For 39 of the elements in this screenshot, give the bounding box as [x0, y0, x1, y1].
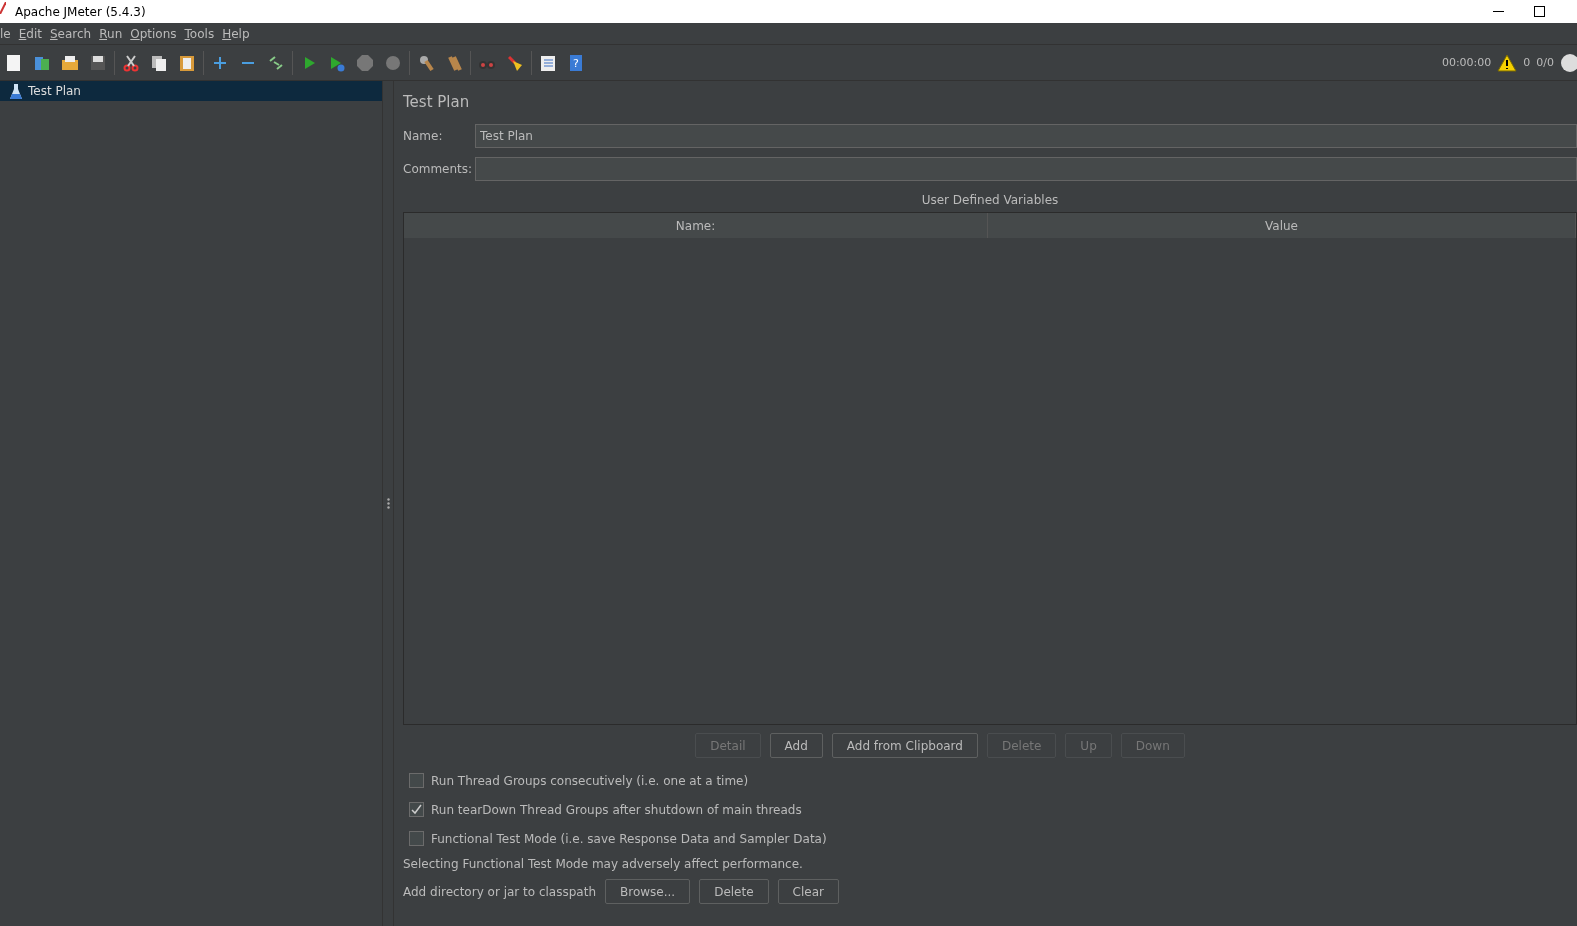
checkbox-label: Functional Test Mode (i.e. save Response Data and Sampler Data) — [431, 831, 827, 846]
checkbox-label: Run tearDown Thread Groups after shutdown of main threads — [431, 802, 802, 817]
warning-note: Selecting Functional Test Mode may adversely affect performance. — [403, 856, 804, 873]
panel-title: Test Plan — [403, 93, 471, 111]
maximize-icon[interactable] — [1534, 6, 1545, 17]
minimize-icon[interactable] — [1493, 10, 1504, 13]
checkbox[interactable] — [409, 773, 424, 788]
section-title: User Defined Variables — [920, 192, 1060, 209]
checkbox[interactable] — [409, 831, 424, 846]
grip-icon[interactable] — [386, 498, 390, 509]
checkbox[interactable] — [409, 802, 424, 817]
table-button[interactable]: Add — [769, 733, 823, 758]
remote-status-icon — [1560, 52, 1577, 73]
classpath-button[interactable]: Browse... — [605, 879, 691, 904]
checkbox-label: Run Thread Groups consecutively (i.e. one at a time) — [431, 773, 749, 788]
menu-item[interactable]: Run — [95, 26, 127, 41]
classpath-label: Add directory or jar to classpath — [403, 884, 596, 899]
menu-item[interactable]: Help — [218, 26, 254, 41]
error-count: 0 — [1523, 56, 1531, 69]
tree-item-label: Test Plan — [28, 84, 81, 98]
feather-icon — [0, 2, 6, 14]
menu-item[interactable]: Search — [46, 26, 96, 41]
tree-item[interactable]: Test Plan — [0, 81, 382, 101]
menu-item[interactable]: Tools — [180, 26, 219, 41]
classpath-button[interactable]: Delete — [699, 879, 769, 904]
field-label: Name: — [403, 128, 444, 143]
field-label: Comments: — [403, 161, 474, 176]
classpath-button[interactable]: Clear — [777, 879, 839, 904]
menu-item[interactable]: le — [0, 26, 15, 41]
thread-count: 0/0 — [1536, 56, 1554, 69]
menu-item[interactable]: Edit — [14, 26, 46, 41]
menu-item[interactable]: Options — [126, 26, 181, 41]
window-title: Apache JMeter (5.4.3) — [15, 4, 146, 19]
table-button[interactable]: Add from Clipboard — [831, 733, 978, 758]
warning-icon[interactable] — [1497, 53, 1518, 72]
elapsed-time: 00:00:00 — [1441, 56, 1492, 69]
name-field[interactable]: Test Plan — [475, 123, 1577, 148]
flask-icon — [10, 83, 22, 99]
comments-field[interactable] — [475, 156, 1577, 181]
